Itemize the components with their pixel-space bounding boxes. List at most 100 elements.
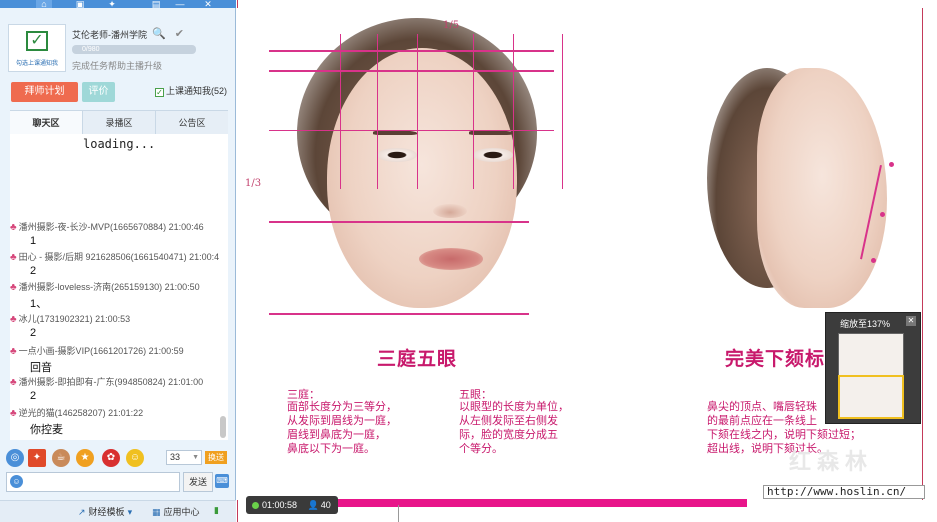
chat-mode-icon[interactable]: ◎ xyxy=(6,449,24,467)
chat-scrollbar[interactable] xyxy=(220,416,226,438)
zoom-label: 缩放至137% xyxy=(840,319,891,329)
nose xyxy=(433,204,467,218)
chat-message: ♣ 田心 - 摄影/后期 921628506(1661540471) 21:00:… xyxy=(10,250,220,277)
doc-icon[interactable]: ▤ xyxy=(148,0,164,9)
page-icon[interactable]: ▣ xyxy=(72,0,88,9)
lip-point xyxy=(880,212,885,217)
close-icon[interactable]: ✕ xyxy=(200,0,216,9)
font-size-select[interactable]: 33 ▼ xyxy=(166,450,202,465)
viewer-count: 40 xyxy=(320,500,331,510)
checkbox-icon[interactable]: ✓ xyxy=(155,88,164,97)
live-timer: 01:00:58 👤 40 xyxy=(246,496,338,514)
apprentice-plan-button[interactable]: 拜师计划 xyxy=(11,82,78,102)
chat-message: ♣ 潘州摄影-夜-长沙-MVP(1665670884) 21:00:46 1 xyxy=(10,220,220,247)
emoji-icon[interactable]: ☺ xyxy=(126,449,144,467)
message-sender: 冰儿(1731902321) 21:00:53 xyxy=(18,314,131,324)
font-size-value: 33 xyxy=(170,452,181,462)
progress-text: 0/980 xyxy=(82,46,100,53)
live-dot-icon xyxy=(252,502,259,509)
rate-button[interactable]: 评价 xyxy=(82,82,115,102)
tab-chat[interactable]: 聊天区 xyxy=(10,111,83,135)
elapsed-time: 01:00:58 xyxy=(262,500,298,510)
avatar[interactable]: ✓ 勾选上课通知我 xyxy=(8,24,66,72)
check-icon: ✓ xyxy=(26,31,48,51)
front-face-image xyxy=(327,48,517,308)
chat-message: ♣ 潘州摄影-即拍即有-广东(994850824) 21:01:00 2 xyxy=(10,375,220,402)
chevron-down-icon: ▼ xyxy=(192,454,199,461)
keyboard-icon[interactable]: ⌨ xyxy=(215,474,229,488)
section-line: 以眼型的长度为单位， xyxy=(459,400,569,413)
close-icon[interactable]: ✕ xyxy=(906,316,916,326)
message-text: 你控麦 xyxy=(30,424,63,436)
avatar-caption: 勾选上课通知我 xyxy=(15,60,58,67)
grid-line xyxy=(340,34,341,189)
host-badges: 🔍 ✔ xyxy=(152,27,184,40)
chat-message: ♣ 一点小画-摄影VIP(1661201726) 21:00:59 回音 xyxy=(10,344,220,375)
grid-line xyxy=(269,221,529,223)
minimize-icon[interactable]: — xyxy=(172,0,188,9)
gift-icon[interactable]: ✦ xyxy=(104,0,120,9)
viewer-icon: 👤 xyxy=(307,500,319,510)
chat-panel: ⌂ ▣ ✦ ▤ — ✕ ✓ 勾选上课通知我 艾伦老师-潘州学院 🔍 ✔ 0/98… xyxy=(0,0,236,522)
app-center-link[interactable]: ▦ 应用中心 xyxy=(152,505,200,518)
bottom-bar: ↗ 财经模板 ▾ ▦ 应用中心 ▮ xyxy=(0,500,236,522)
notify-label: 上课通知我(52) xyxy=(166,86,228,96)
flower-icon[interactable]: ✿ xyxy=(102,449,120,467)
user-icon: ♣ xyxy=(10,377,17,388)
loading-text: loading... xyxy=(83,137,156,151)
grid-line xyxy=(269,130,554,131)
user-icon: ♣ xyxy=(10,222,17,233)
level-progress: 0/980 xyxy=(72,45,196,54)
message-sender: 一点小画-摄影VIP(1661201726) 21:00:59 xyxy=(18,346,184,356)
message-text: 2 xyxy=(30,327,37,339)
home-icon[interactable]: ⌂ xyxy=(36,0,52,9)
top-nav: ⌂ ▣ ✦ ▤ — ✕ xyxy=(0,0,236,9)
cup-icon[interactable]: ☕ xyxy=(52,449,70,467)
message-text: 1、 xyxy=(30,298,48,310)
search-icon[interactable]: 🔍 xyxy=(152,28,166,40)
tab-recordings[interactable]: 录播区 xyxy=(83,111,156,135)
emoji-icon[interactable]: ☺ xyxy=(10,475,23,488)
section-line: 鼻底以下为一庭。 xyxy=(287,442,375,455)
chat-log: loading... ♣ 潘州摄影-夜-长沙-MVP(1665670884) 21… xyxy=(10,134,228,440)
section-line: 个等分。 xyxy=(459,442,503,455)
class-notify-checkbox[interactable]: ✓ 上课通知我(52) xyxy=(155,84,227,97)
chat-message: ♣ 逆光的猫(146258207) 21:01:22 你控麦 xyxy=(10,406,220,437)
user-icon: ♣ xyxy=(10,346,17,357)
section-line: 面部长度分为三等分， xyxy=(287,400,397,413)
host-name: 艾伦老师-潘州学院 xyxy=(72,30,147,40)
gift-icon[interactable]: ✦ xyxy=(28,449,46,467)
left-eye xyxy=(377,148,417,162)
watermark-url: http://www.hoslin.cn/ xyxy=(763,485,925,499)
lips xyxy=(419,248,483,270)
chat-message: ♣ 冰儿(1731902321) 21:00:53 2 xyxy=(10,312,220,339)
zoom-navigator[interactable]: 缩放至137% ✕ xyxy=(825,312,921,424)
section-line: 从左侧发际至右侧发 xyxy=(459,414,558,427)
section-line: 眉线到鼻底为一庭， xyxy=(287,428,386,441)
send-button[interactable]: 发送 xyxy=(183,472,213,492)
right-eye xyxy=(473,148,513,162)
send-mode-button[interactable]: 换送 xyxy=(205,451,227,464)
fraction-label-left: 1/3 xyxy=(245,178,262,189)
fraction-label-top: 1/5 xyxy=(443,20,460,31)
grid-line xyxy=(377,34,378,189)
message-sender: 逆光的猫(146258207) 21:01:22 xyxy=(18,408,144,418)
zoom-viewport[interactable] xyxy=(838,375,904,419)
message-sender: 田心 - 摄影/后期 921628506(1661540471) 21:00:4 xyxy=(18,252,220,262)
sticker-icon[interactable]: ★ xyxy=(76,449,94,467)
message-sender: 潘州摄影-loveless-济南(265159130) 21:00:50 xyxy=(18,282,200,292)
title-left: 三庭五眼 xyxy=(377,348,458,370)
grid-line xyxy=(417,34,418,189)
watermark-logo: 红森林 xyxy=(789,449,874,475)
chevron-down-icon: ▾ xyxy=(127,507,133,517)
chat-input[interactable]: ☺ xyxy=(6,472,180,492)
nose-tip-point xyxy=(889,162,894,167)
message-text: 2 xyxy=(30,390,37,402)
grid-line xyxy=(269,50,554,52)
finance-template-link[interactable]: ↗ 财经模板 ▾ xyxy=(78,505,132,518)
grid-line xyxy=(269,313,529,315)
slide-stage: 1/5 1/3 三庭五眼 完美下颏标准 三庭： 面部长度分为三等分， 从发际到眉… xyxy=(237,0,937,522)
tab-announcements[interactable]: 公告区 xyxy=(156,111,228,135)
tab-bar: 聊天区 录播区 公告区 xyxy=(10,110,228,135)
message-text: 回音 xyxy=(30,362,52,374)
